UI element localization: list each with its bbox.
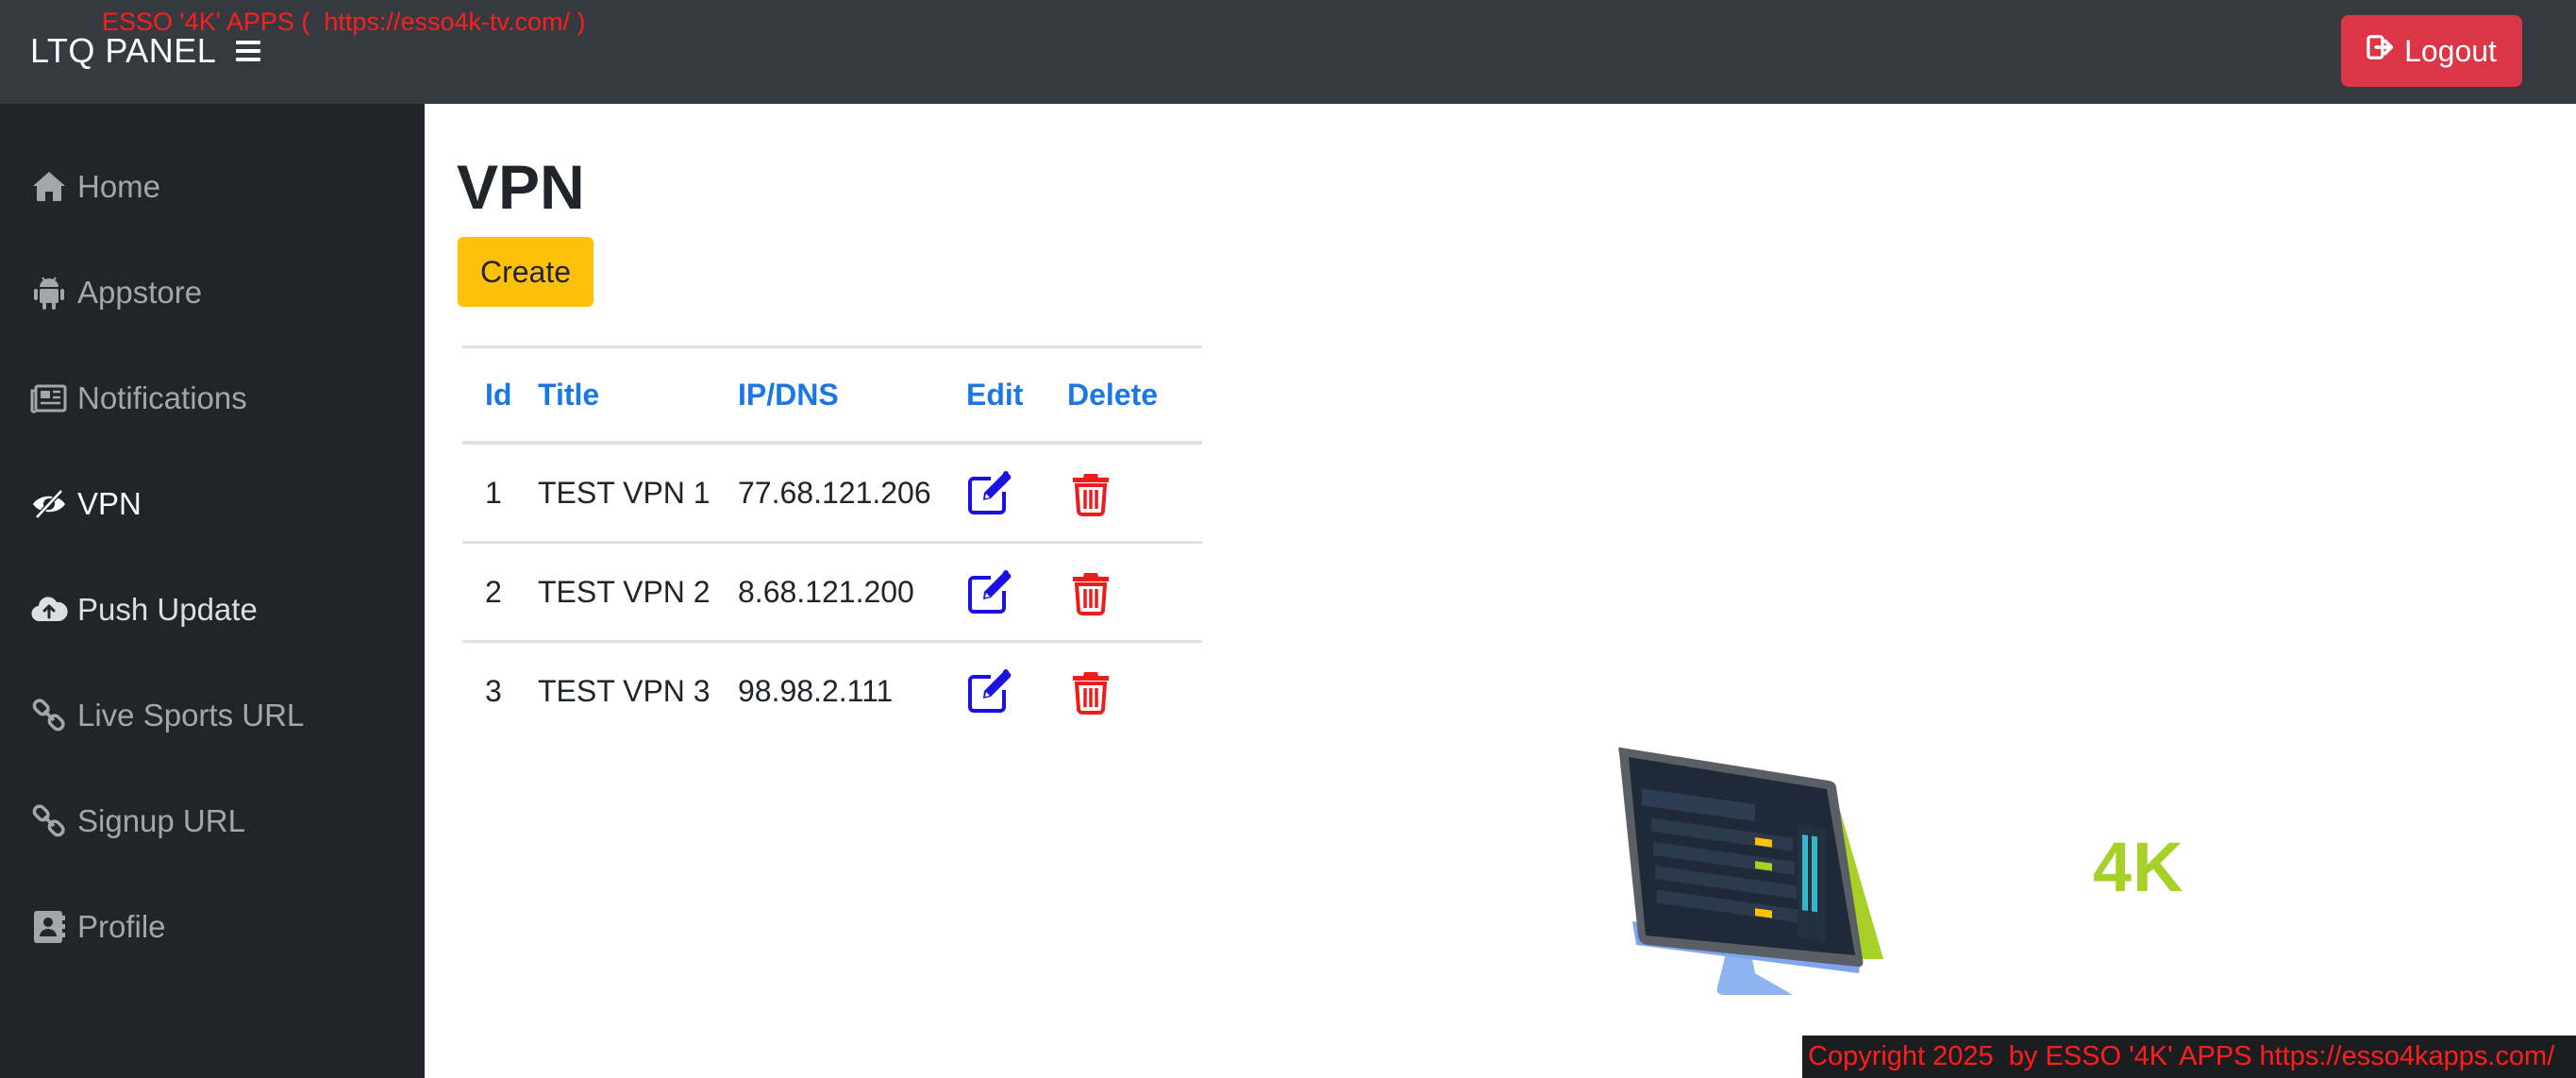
sidebar-item-label: Appstore bbox=[77, 275, 203, 310]
row-ip: 98.98.2.111 bbox=[738, 673, 894, 708]
row-title: TEST VPN 2 bbox=[538, 542, 738, 643]
row-title: TEST VPN 1 bbox=[538, 443, 738, 544]
sidebar-item-label: Profile bbox=[77, 909, 166, 944]
sidebar-item-label: Push Update bbox=[77, 592, 258, 627]
footer-copyright: Copyright 2025 by ESSO '4K' APPS https:/… bbox=[1802, 1036, 2576, 1078]
table-row: 3 TEST VPN 3 98.98.2.111 bbox=[462, 642, 1202, 740]
logout-button[interactable]: Logout bbox=[2341, 15, 2522, 87]
sidebar: Home Appstore Notifications VPN Push Upd… bbox=[0, 104, 425, 1078]
sidebar-item-profile[interactable]: Profile bbox=[28, 899, 166, 955]
column-header-id[interactable]: Id bbox=[462, 345, 538, 445]
sidebar-item-home[interactable]: Home bbox=[28, 159, 160, 215]
eye-slash-icon bbox=[28, 483, 70, 525]
sidebar-item-label: Home bbox=[77, 169, 161, 204]
link-icon bbox=[28, 800, 70, 842]
promo-4k-text: 4K bbox=[2093, 828, 2184, 906]
trash-icon[interactable] bbox=[1067, 667, 1114, 715]
cloud-upload-icon bbox=[28, 589, 70, 631]
monitor-illustration bbox=[1614, 742, 1897, 997]
edit-icon[interactable] bbox=[966, 469, 1013, 516]
row-title: TEST VPN 3 bbox=[538, 673, 711, 708]
sidebar-item-signup-url[interactable]: Signup URL bbox=[28, 793, 245, 850]
top-banner-text: ESSO '4K' APPS ( https://esso4k-tv.com/ … bbox=[102, 8, 586, 36]
top-navbar: LTQ PANEL ESSO '4K' APPS ( https://esso4… bbox=[0, 0, 2576, 104]
vpn-table: Id Title IP/DNS Edit Delete 1 TEST VPN 1… bbox=[462, 345, 1202, 739]
address-book-icon bbox=[28, 906, 70, 948]
table-header-row: Id Title IP/DNS Edit Delete bbox=[462, 345, 1202, 445]
trash-icon[interactable] bbox=[1067, 469, 1114, 516]
row-id: 2 bbox=[462, 542, 538, 643]
android-icon bbox=[28, 272, 70, 313]
brand-title[interactable]: LTQ PANEL bbox=[30, 30, 216, 72]
table-row: 1 TEST VPN 1 77.68.121.206 bbox=[462, 443, 1202, 544]
sidebar-item-live-sports-url[interactable]: Live Sports URL bbox=[28, 687, 304, 744]
row-ip: 77.68.121.206 bbox=[738, 443, 966, 544]
menu-toggle-icon[interactable] bbox=[236, 41, 260, 61]
edit-icon[interactable] bbox=[966, 667, 1013, 715]
column-header-edit[interactable]: Edit bbox=[966, 345, 1067, 445]
sidebar-item-vpn[interactable]: VPN bbox=[28, 476, 142, 532]
edit-icon[interactable] bbox=[966, 568, 1013, 615]
link-icon bbox=[28, 695, 70, 736]
logout-label: Logout bbox=[2404, 33, 2497, 68]
home-icon bbox=[28, 166, 70, 208]
sidebar-item-label: VPN bbox=[77, 486, 142, 521]
newspaper-icon bbox=[28, 378, 70, 419]
sidebar-item-label: Notifications bbox=[77, 380, 247, 415]
sidebar-item-notifications[interactable]: Notifications bbox=[28, 370, 247, 427]
sidebar-item-push-update[interactable]: Push Update bbox=[28, 581, 258, 638]
row-ip: 8.68.121.200 bbox=[738, 542, 966, 643]
page-title: VPN bbox=[457, 152, 585, 222]
column-header-title[interactable]: Title bbox=[538, 345, 738, 445]
row-id: 1 bbox=[462, 443, 538, 544]
row-id: 3 bbox=[485, 673, 502, 708]
table-row: 2 TEST VPN 2 8.68.121.200 bbox=[462, 542, 1202, 643]
sign-out-icon bbox=[2367, 33, 2395, 69]
sidebar-item-label: Live Sports URL bbox=[77, 698, 305, 733]
create-button[interactable]: Create bbox=[458, 237, 594, 307]
sidebar-item-appstore[interactable]: Appstore bbox=[28, 264, 202, 321]
column-header-ip-dns[interactable]: IP/DNS bbox=[738, 345, 966, 445]
sidebar-item-label: Signup URL bbox=[77, 803, 245, 838]
trash-icon[interactable] bbox=[1067, 568, 1114, 615]
column-header-delete[interactable]: Delete bbox=[1067, 345, 1202, 445]
